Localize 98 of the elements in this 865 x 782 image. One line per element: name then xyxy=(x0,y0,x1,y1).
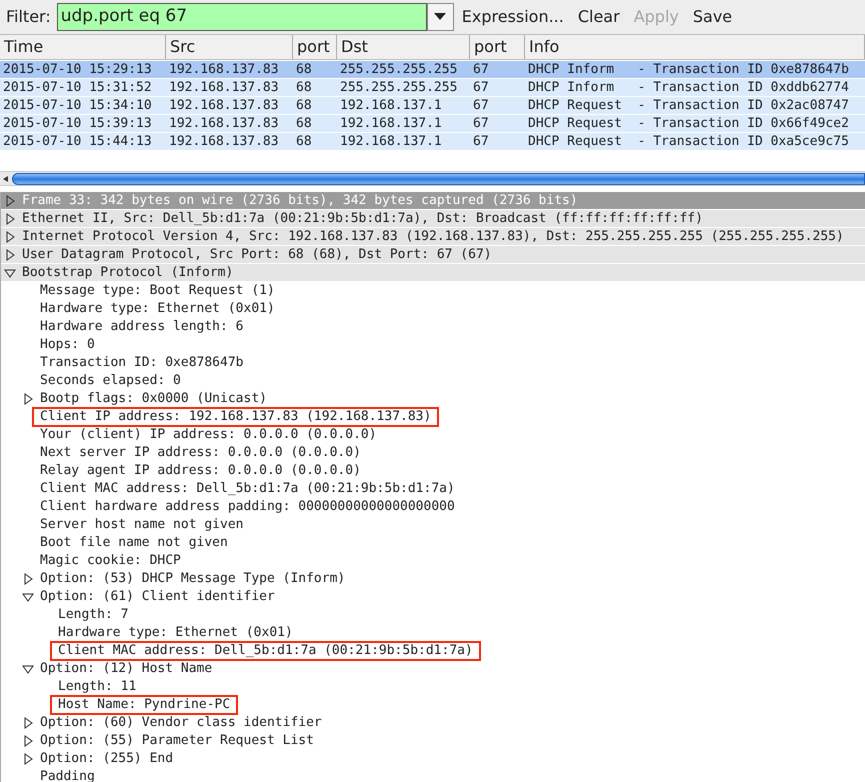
table-cell-text: 192.168.137.83 xyxy=(168,97,280,114)
tree-row[interactable]: Bootstrap Protocol (Inform) xyxy=(1,264,865,282)
tree-row-text: Next server IP address: 0.0.0.0 (0.0.0.0) xyxy=(40,444,361,460)
column-header[interactable]: Time xyxy=(0,35,166,59)
column-header[interactable]: port xyxy=(293,35,337,59)
table-cell-text: DHCP Request - Transaction ID 0xa5ce9c75 xyxy=(527,133,850,150)
tree-row-text: User Datagram Protocol, Src Port: 68 (68), Dst Port: 67 (67) xyxy=(22,246,492,262)
tree-row-text: Client MAC address: Dell_5b:d1:7a (00:21:9b:5b:d1:7a) xyxy=(50,640,481,660)
tree-row-text: Option: (53) DHCP Message Type (Inform) xyxy=(40,570,346,586)
table-cell-text: 67 xyxy=(472,79,490,96)
column-header[interactable]: port xyxy=(470,35,525,59)
tree-row-text: Option: (12) Host Name xyxy=(40,660,212,676)
table-cell-text: DHCP Inform - Transaction ID 0xe878647b xyxy=(527,61,850,78)
table-cell-text: 192.168.137.83 xyxy=(168,61,280,78)
collapsed-triangle-icon[interactable] xyxy=(22,716,34,728)
packet-row[interactable]: 2015-07-10 15:44:13 192.168.137.83 68 192.168.137.1 67 DHCP Request - Transaction ID 0xa5ce9c75 xyxy=(0,133,865,151)
table-cell-text: 67 xyxy=(472,97,490,114)
tree-row-text: Hardware address length: 6 xyxy=(40,318,244,334)
packet-row[interactable]: 2015-07-10 15:31:52 192.168.137.83 68 255.255.255.255 67 DHCP Inform - Transaction ID 0xddb62774 xyxy=(0,79,865,97)
collapsed-triangle-icon[interactable] xyxy=(22,572,34,584)
expanded-triangle-icon[interactable] xyxy=(22,662,34,674)
table-cell-text: 67 xyxy=(472,115,490,132)
tree-row-text: Seconds elapsed: 0 xyxy=(40,372,181,388)
tree-row-text: Client MAC address: Dell_5b:d1:7a (00:21:9b:5b:d1:7a) xyxy=(40,480,455,496)
table-cell-text: 68 xyxy=(295,79,313,96)
tree-row-text: Hardware type: Ethernet (0x01) xyxy=(58,624,293,640)
tree-row-text: Client hardware address padding: 00000000000000000000 xyxy=(40,498,455,514)
tree-row-text: Message type: Boot Request (1) xyxy=(40,282,275,298)
tree-row-text: Bootstrap Protocol (Inform) xyxy=(22,264,234,280)
table-cell-text: 68 xyxy=(295,61,313,78)
tree-row-text: Frame 33: 342 bytes on wire (2736 bits), 342 bytes captured (2736 bits) xyxy=(22,192,578,208)
table-cell-text: 68 xyxy=(295,115,313,132)
filter-label: Filter: xyxy=(6,6,51,28)
expanded-triangle-icon[interactable] xyxy=(22,590,34,602)
expanded-triangle-icon[interactable] xyxy=(4,266,16,278)
packet-row[interactable]: 2015-07-10 15:39:13 192.168.137.83 68 192.168.137.1 67 DHCP Request - Transaction ID 0x66f49ce2 xyxy=(0,115,865,133)
table-cell-text: 2015-07-10 15:39:13 xyxy=(2,115,153,132)
toolbar-button[interactable]: Save xyxy=(690,5,734,29)
tree-row-text: Option: (255) End xyxy=(40,750,174,766)
toolbar-button[interactable]: Expression... xyxy=(460,5,566,29)
table-cell-text: DHCP Request - Transaction ID 0x2ac08747 xyxy=(527,97,850,114)
tree-row-text: Length: 11 xyxy=(58,678,136,694)
tree-row-text: Server host name not given xyxy=(40,516,244,532)
toolbar-button[interactable]: Clear xyxy=(576,5,622,29)
table-cell-text: 2015-07-10 15:29:13 xyxy=(2,61,153,78)
table-cell-text: 192.168.137.83 xyxy=(168,133,280,150)
tree-row-text: Transaction ID: 0xe878647b xyxy=(40,354,244,370)
tree-row-text: Padding xyxy=(40,768,95,782)
table-cell-text: 2015-07-10 15:34:10 xyxy=(2,97,153,114)
tree-row[interactable]: Internet Protocol Version 4, Src: 192.168.137.83 (192.168.137.83), Dst: 255.255.255.255 (255.255.255.255) xyxy=(1,228,865,246)
collapsed-triangle-icon[interactable] xyxy=(4,248,16,260)
tree-row-text: Option: (60) Vendor class identifier xyxy=(40,714,322,730)
tree-row-text: Hops: 0 xyxy=(40,336,95,352)
tree-row-text: Your (client) IP address: 0.0.0.0 (0.0.0.0) xyxy=(40,426,377,442)
table-cell-text: 67 xyxy=(472,61,490,78)
tree-row-text: Bootp flags: 0x0000 (Unicast) xyxy=(40,390,267,406)
filter-field[interactable]: udp.port eq 67 xyxy=(56,3,427,31)
collapsed-triangle-icon[interactable] xyxy=(22,392,34,404)
tree-row-text: Option: (55) Parameter Request List xyxy=(40,732,314,748)
packet-row[interactable]: 2015-07-10 15:34:10 192.168.137.83 68 192.168.137.1 67 DHCP Request - Transaction ID 0x2ac08747 xyxy=(0,97,865,115)
tree-row[interactable]: User Datagram Protocol, Src Port: 68 (68), Dst Port: 67 (67) xyxy=(1,246,865,264)
table-cell-text: 68 xyxy=(295,133,313,150)
tree-row-text: Ethernet II, Src: Dell_5b:d1:7a (00:21:9b:5b:d1:7a), Dst: Broadcast (ff:ff:ff:ff:ff:ff) xyxy=(22,210,703,226)
horizontal-scrollbar[interactable] xyxy=(0,171,865,186)
tree-row-text: Magic cookie: DHCP xyxy=(40,552,181,568)
table-cell-text: 192.168.137.83 xyxy=(168,115,280,132)
table-cell-text: 68 xyxy=(295,97,313,114)
collapsed-triangle-icon[interactable] xyxy=(22,734,34,746)
tree-row-text: Internet Protocol Version 4, Src: 192.168.137.83 (192.168.137.83), Dst: 255.255.255.255 (255.255.255.255) xyxy=(22,228,844,244)
table-cell-text: DHCP Inform - Transaction ID 0xddb62774 xyxy=(527,79,850,96)
table-cell-text: 2015-07-10 15:31:52 xyxy=(2,79,153,96)
table-cell-text: 192.168.137.1 xyxy=(339,115,443,132)
tree-row-text: Boot file name not given xyxy=(40,534,228,550)
collapsed-triangle-icon[interactable] xyxy=(4,230,16,242)
table-cell-text: 192.168.137.1 xyxy=(339,97,443,114)
table-cell-text: 192.168.137.1 xyxy=(339,133,443,150)
table-cell-text: DHCP Request - Transaction ID 0x66f49ce2 xyxy=(527,115,850,132)
table-cell-text: 192.168.137.83 xyxy=(168,79,280,96)
table-cell-text: 255.255.255.255 xyxy=(339,61,458,78)
tree-row-text: Hardware type: Ethernet (0x01) xyxy=(40,300,275,316)
tree-row-text: Option: (61) Client identifier xyxy=(40,588,275,604)
column-header[interactable]: Src xyxy=(166,35,293,59)
column-header[interactable]: Info xyxy=(525,35,865,59)
table-cell-text: 2015-07-10 15:44:13 xyxy=(2,133,153,150)
scrollbar-thumb[interactable] xyxy=(12,172,865,184)
column-header[interactable]: Dst xyxy=(337,35,470,59)
packet-row[interactable]: 2015-07-10 15:29:13 192.168.137.83 68 255.255.255.255 67 DHCP Inform - Transaction ID 0xe878647b xyxy=(0,61,865,79)
table-cell-text: 255.255.255.255 xyxy=(339,79,458,96)
tree-row-text: Client IP address: 192.168.137.83 (192.168.137.83) xyxy=(32,406,440,426)
collapsed-triangle-icon[interactable] xyxy=(22,752,34,764)
table-cell-text: 67 xyxy=(472,133,490,150)
caret-icon xyxy=(434,13,446,21)
collapsed-triangle-icon[interactable] xyxy=(4,212,16,224)
filter-dropdown-button[interactable] xyxy=(426,3,454,31)
tree-row-text: Length: 7 xyxy=(58,606,128,622)
tree-row-text: Relay agent IP address: 0.0.0.0 (0.0.0.0) xyxy=(40,462,361,478)
tree-row-text: Host Name: Pyndrine-PC xyxy=(50,694,238,714)
tree-row[interactable]: Ethernet II, Src: Dell_5b:d1:7a (00:21:9b:5b:d1:7a), Dst: Broadcast (ff:ff:ff:ff:ff:ff) xyxy=(1,210,865,228)
